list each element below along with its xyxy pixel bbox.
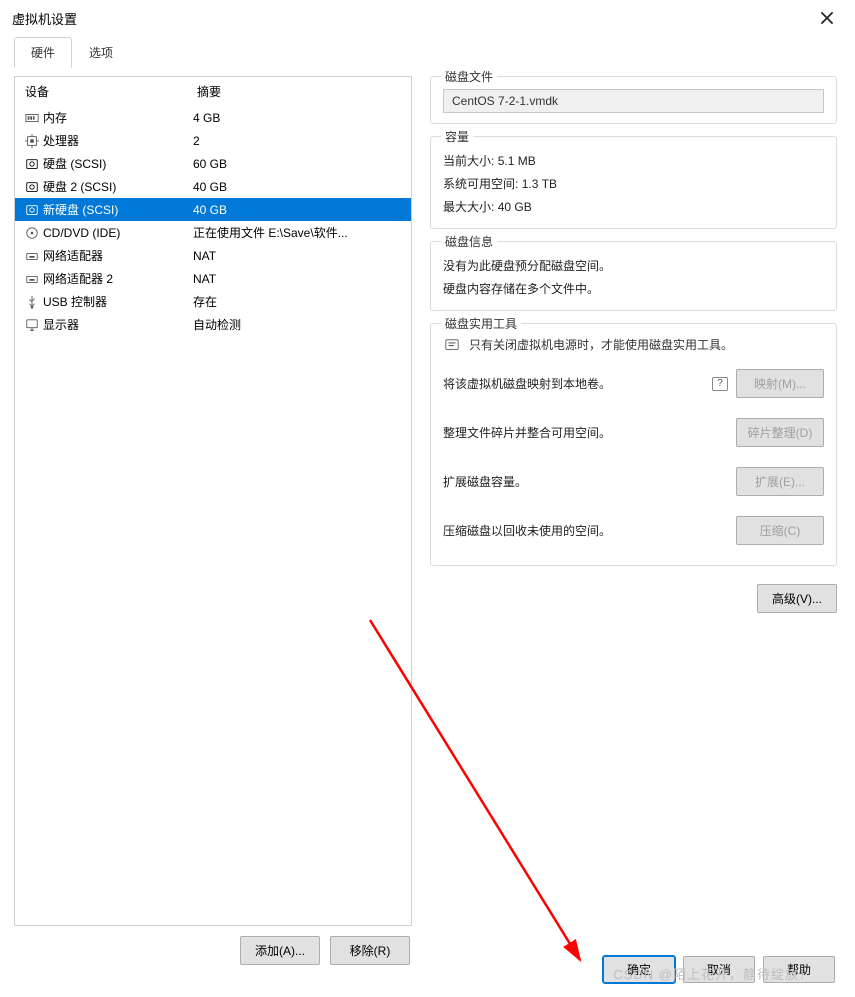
hardware-row[interactable]: CD/DVD (IDE) 正在使用文件 E:\Save\软件... (15, 221, 411, 244)
device-summary: 存在 (193, 293, 407, 310)
device-name: 网络适配器 2 (43, 270, 113, 287)
device-name: 显示器 (43, 316, 79, 333)
tools-group: 磁盘实用工具 只有关闭虚拟机电源时，才能使用磁盘实用工具。 将该虚拟机磁盘映射到… (430, 323, 837, 566)
hardware-row[interactable]: 网络适配器 NAT (15, 244, 411, 267)
map-button[interactable]: 映射(M)... (736, 369, 824, 398)
hardware-header: 设备 摘要 (15, 77, 411, 106)
cpu-icon (23, 134, 41, 148)
hardware-row[interactable]: 网络适配器 2 NAT (15, 267, 411, 290)
tab-options[interactable]: 选项 (72, 37, 130, 68)
device-summary: NAT (193, 272, 407, 286)
tools-tip: 只有关闭虚拟机电源时，才能使用磁盘实用工具。 (443, 336, 824, 359)
hardware-row[interactable]: USB 控制器 存在 (15, 290, 411, 313)
ok-button[interactable]: 确定 (603, 956, 675, 983)
cancel-button[interactable]: 取消 (683, 956, 755, 983)
disk-file-value: CentOS 7-2-1.vmdk (443, 89, 824, 113)
compact-text: 压缩磁盘以回收未使用的空间。 (443, 522, 728, 539)
help-icon[interactable]: ? (712, 377, 728, 391)
compact-button[interactable]: 压缩(C) (736, 516, 824, 545)
disk-file-group: 磁盘文件 CentOS 7-2-1.vmdk (430, 76, 837, 124)
hardware-row[interactable]: 处理器 2 (15, 129, 411, 152)
hardware-row[interactable]: 新硬盘 (SCSI) 40 GB (15, 198, 411, 221)
hardware-row[interactable]: 显示器 自动检测 (15, 313, 411, 336)
close-button[interactable] (811, 4, 843, 32)
help-button[interactable]: 帮助 (763, 956, 835, 983)
display-icon (23, 318, 41, 332)
net-icon (23, 272, 41, 286)
capacity-free: 系统可用空间: 1.3 TB (443, 172, 824, 195)
device-summary: NAT (193, 249, 407, 263)
device-summary: 40 GB (193, 180, 407, 194)
titlebar: 虚拟机设置 (0, 0, 855, 36)
device-name: 内存 (43, 109, 67, 126)
expand-text: 扩展磁盘容量。 (443, 473, 728, 490)
map-text: 将该虚拟机磁盘映射到本地卷。 (443, 375, 704, 392)
disk-info-title: 磁盘信息 (441, 233, 497, 250)
dialog-buttons: 确定 取消 帮助 (603, 956, 835, 983)
header-summary: 摘要 (197, 83, 407, 100)
hardware-row[interactable]: 内存 4 GB (15, 106, 411, 129)
disk-info-line2: 硬盘内容存储在多个文件中。 (443, 277, 824, 300)
tools-title: 磁盘实用工具 (441, 315, 521, 332)
device-summary: 正在使用文件 E:\Save\软件... (193, 224, 407, 241)
disk-info-line1: 没有为此硬盘预分配磁盘空间。 (443, 254, 824, 277)
disk-icon (23, 180, 41, 194)
device-name: USB 控制器 (43, 293, 107, 310)
info-icon (443, 338, 461, 352)
hardware-row[interactable]: 硬盘 2 (SCSI) 40 GB (15, 175, 411, 198)
hardware-row[interactable]: 硬盘 (SCSI) 60 GB (15, 152, 411, 175)
disk-info-group: 磁盘信息 没有为此硬盘预分配磁盘空间。 硬盘内容存储在多个文件中。 (430, 241, 837, 311)
tab-hardware[interactable]: 硬件 (14, 37, 72, 68)
hardware-list: 设备 摘要 内存 4 GB 处理器 2 硬盘 (SCSI) 60 GB 硬盘 2 (SCSI… (14, 76, 412, 926)
device-summary: 4 GB (193, 111, 407, 125)
tabs: 硬件 选项 (0, 36, 855, 68)
disk-icon (23, 203, 41, 217)
capacity-title: 容量 (441, 128, 473, 145)
add-button[interactable]: 添加(A)... (240, 936, 320, 965)
window-title: 虚拟机设置 (12, 9, 77, 28)
disk-file-title: 磁盘文件 (441, 68, 497, 85)
disk-icon (23, 157, 41, 171)
memory-icon (23, 111, 41, 125)
defrag-text: 整理文件碎片并整合可用空间。 (443, 424, 728, 441)
defrag-button[interactable]: 碎片整理(D) (736, 418, 824, 447)
cd-icon (23, 226, 41, 240)
capacity-current: 当前大小: 5.1 MB (443, 149, 824, 172)
device-summary: 2 (193, 134, 407, 148)
usb-icon (23, 295, 41, 309)
device-summary: 自动检测 (193, 316, 407, 333)
capacity-max: 最大大小: 40 GB (443, 195, 824, 218)
device-summary: 60 GB (193, 157, 407, 171)
capacity-group: 容量 当前大小: 5.1 MB 系统可用空间: 1.3 TB 最大大小: 40 … (430, 136, 837, 229)
expand-button[interactable]: 扩展(E)... (736, 467, 824, 496)
remove-button[interactable]: 移除(R) (330, 936, 410, 965)
net-icon (23, 249, 41, 263)
device-name: 新硬盘 (SCSI) (43, 201, 118, 218)
close-icon (820, 11, 834, 25)
device-name: 硬盘 (SCSI) (43, 155, 106, 172)
device-name: 网络适配器 (43, 247, 103, 264)
device-name: 硬盘 2 (SCSI) (43, 178, 116, 195)
header-device: 设备 (25, 83, 197, 100)
device-name: 处理器 (43, 132, 79, 149)
device-summary: 40 GB (193, 203, 407, 217)
advanced-button[interactable]: 高级(V)... (757, 584, 837, 613)
device-name: CD/DVD (IDE) (43, 226, 120, 240)
